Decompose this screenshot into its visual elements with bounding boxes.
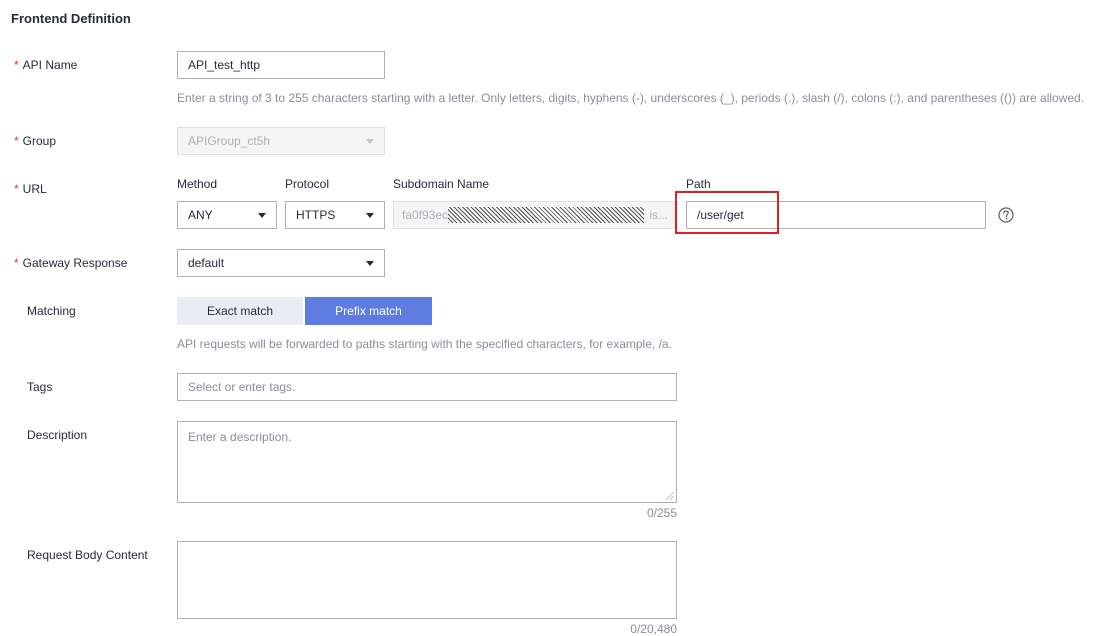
request-body-textarea[interactable] — [177, 541, 677, 619]
tags-label: Tags — [27, 380, 53, 394]
protocol-select[interactable]: HTTPS — [285, 201, 385, 229]
api-name-input[interactable]: API_test_http — [177, 51, 385, 79]
tags-placeholder: Select or enter tags. — [188, 380, 296, 394]
gateway-response-select[interactable]: default — [177, 249, 385, 277]
group-label: * Group — [14, 134, 56, 148]
tags-input[interactable]: Select or enter tags. — [177, 373, 677, 401]
required-asterisk: * — [14, 134, 19, 148]
url-label: * URL — [14, 182, 47, 196]
required-asterisk: * — [14, 256, 19, 270]
chevron-down-icon — [366, 139, 374, 144]
question-circle-icon[interactable] — [998, 207, 1014, 223]
prefix-match-button[interactable]: Prefix match — [305, 297, 432, 325]
description-textarea[interactable]: Enter a description. — [177, 421, 677, 503]
request-body-label: Request Body Content — [27, 548, 148, 562]
subdomain-suffix: is... — [649, 208, 668, 222]
chevron-down-icon — [366, 213, 374, 218]
method-label: Method — [177, 177, 218, 191]
gateway-response-label: * Gateway Response — [14, 256, 127, 270]
protocol-label: Protocol — [285, 177, 330, 191]
api-name-hint: Enter a string of 3 to 255 characters st… — [177, 91, 1085, 105]
redacted-region — [448, 207, 644, 223]
group-label-text: Group — [22, 134, 57, 148]
url-label-text: URL — [22, 182, 47, 196]
path-label: Path — [686, 177, 711, 191]
description-counter: 0/255 — [646, 506, 677, 520]
api-name-label-text: API Name — [22, 58, 78, 72]
group-select: APIGroup_ct5h — [177, 127, 385, 155]
method-select[interactable]: ANY — [177, 201, 277, 229]
api-name-label: * API Name — [14, 58, 77, 72]
exact-match-button[interactable]: Exact match — [177, 297, 303, 325]
chevron-down-icon — [258, 213, 266, 218]
description-placeholder: Enter a description. — [188, 430, 292, 444]
method-select-value: ANY — [188, 208, 213, 222]
subdomain-label: Subdomain Name — [393, 177, 490, 191]
gateway-response-label-text: Gateway Response — [22, 256, 128, 270]
gateway-response-value: default — [188, 256, 225, 270]
subdomain-prefix: fa0f93ec — [402, 208, 449, 222]
matching-hint: API requests will be forwarded to paths … — [177, 337, 672, 351]
group-select-value: APIGroup_ct5h — [188, 134, 271, 148]
description-label: Description — [27, 428, 88, 442]
matching-label: Matching — [27, 304, 76, 318]
section-title: Frontend Definition — [11, 11, 131, 26]
required-asterisk: * — [14, 182, 19, 196]
highlight-box — [675, 191, 779, 234]
protocol-select-value: HTTPS — [296, 208, 336, 222]
resize-handle-icon[interactable] — [666, 492, 674, 500]
chevron-down-icon — [366, 261, 374, 266]
required-asterisk: * — [14, 58, 19, 72]
request-body-counter: 0/20,480 — [630, 622, 677, 636]
